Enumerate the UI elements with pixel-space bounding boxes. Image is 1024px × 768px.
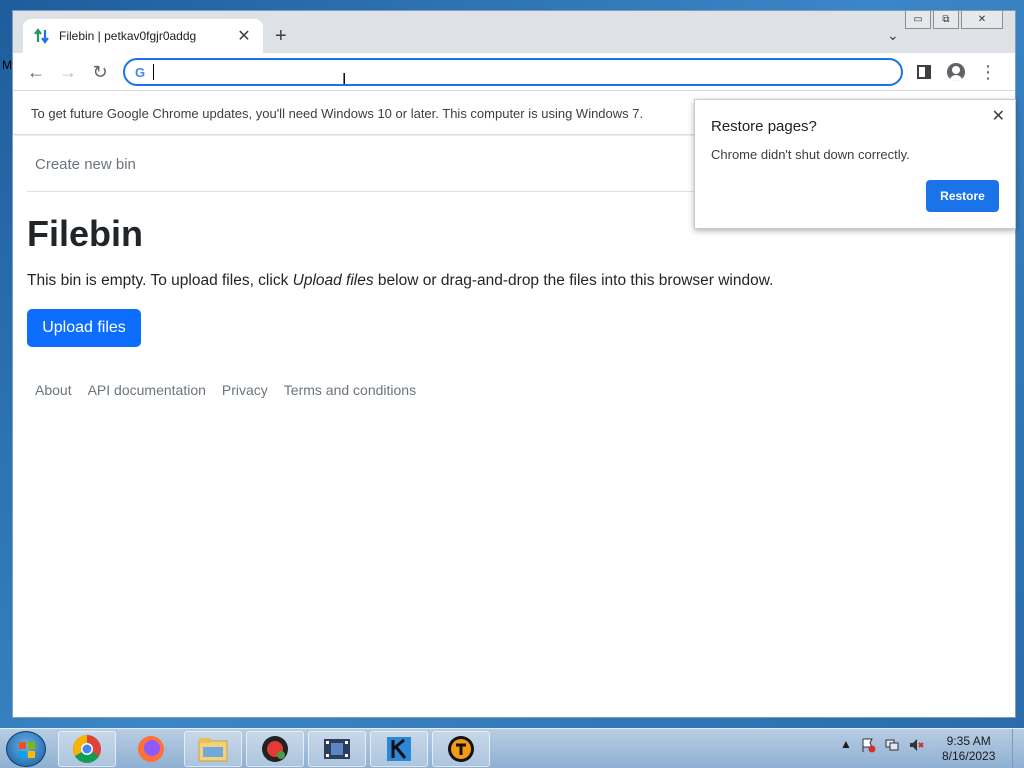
taskbar-typora[interactable] bbox=[432, 731, 490, 767]
taskbar-chrome[interactable] bbox=[58, 731, 116, 767]
browser-tab[interactable]: Filebin | petkav0fgjr0addg ✕ bbox=[23, 19, 263, 53]
clock[interactable]: 9:35 AM 8/16/2023 bbox=[942, 734, 995, 764]
page-title: Filebin bbox=[27, 213, 143, 254]
tray-expand-icon[interactable]: ▲ bbox=[840, 737, 852, 753]
create-new-bin-link[interactable]: Create new bin bbox=[35, 156, 136, 173]
lead-text-before: This bin is empty. To upload files, clic… bbox=[27, 272, 293, 289]
network-icon[interactable] bbox=[884, 737, 900, 753]
maximize-button[interactable]: ⧉ bbox=[933, 11, 959, 29]
typora-icon bbox=[448, 736, 474, 762]
taskbar-video-editor[interactable] bbox=[308, 731, 366, 767]
action-center-flag-icon[interactable] bbox=[860, 737, 876, 753]
forward-icon[interactable]: → bbox=[57, 61, 79, 83]
lead-text-emphasis: Upload files bbox=[292, 272, 374, 289]
tab-search-icon[interactable]: ⌄ bbox=[887, 27, 899, 44]
footer-link-about[interactable]: About bbox=[35, 382, 72, 398]
side-panel-icon[interactable] bbox=[913, 61, 935, 83]
popup-close-icon[interactable]: ✕ bbox=[992, 106, 1005, 126]
browser-window: Filebin | petkav0fgjr0addg ✕ + ⌄ ▭ ⧉ ✕ ←… bbox=[12, 10, 1016, 718]
desktop-edge-glyph: M bbox=[2, 58, 12, 72]
browser-toolbar: ← → ↻ G ⋮ bbox=[13, 53, 1015, 91]
start-button[interactable] bbox=[6, 731, 46, 767]
firefox-icon bbox=[138, 736, 164, 762]
taskbar-firefox[interactable] bbox=[122, 731, 180, 767]
system-tray: ▲ bbox=[840, 737, 924, 753]
taskbar-file-explorer[interactable] bbox=[184, 731, 242, 767]
restore-button[interactable]: Restore bbox=[926, 180, 999, 212]
footer-link-privacy[interactable]: Privacy bbox=[222, 382, 268, 398]
address-input[interactable] bbox=[154, 64, 855, 80]
lead-text-after: below or drag-and-drop the files into th… bbox=[373, 272, 774, 289]
window-controls: ▭ ⧉ ✕ bbox=[905, 11, 1003, 29]
popup-title: Restore pages? bbox=[711, 118, 817, 135]
filebin-favicon-icon bbox=[33, 27, 51, 45]
profile-avatar-icon[interactable] bbox=[945, 61, 967, 83]
chrome-menu-icon[interactable]: ⋮ bbox=[977, 61, 999, 83]
taskbar-screen-recorder[interactable] bbox=[246, 731, 304, 767]
new-tab-button[interactable]: + bbox=[275, 25, 287, 48]
window-close-button[interactable]: ✕ bbox=[961, 11, 1003, 29]
clock-time: 9:35 AM bbox=[946, 734, 991, 748]
popup-message: Chrome didn't shut down correctly. bbox=[711, 147, 910, 162]
footer-links: About API documentation Privacy Terms an… bbox=[35, 382, 416, 398]
screen-recorder-icon bbox=[262, 736, 288, 762]
clock-date: 8/16/2023 bbox=[942, 749, 996, 763]
infobar-text: To get future Google Chrome updates, you… bbox=[31, 106, 644, 121]
taskbar: ▲ 9:35 AM 8/16/2023 bbox=[0, 728, 1024, 768]
video-editor-icon bbox=[324, 739, 350, 759]
tab-title: Filebin | petkav0fgjr0addg bbox=[59, 29, 197, 43]
upload-files-button[interactable]: Upload files bbox=[27, 309, 141, 347]
tab-close-icon[interactable]: ✕ bbox=[235, 26, 253, 46]
empty-bin-message: This bin is empty. To upload files, clic… bbox=[27, 272, 773, 290]
chrome-icon bbox=[73, 735, 101, 763]
reload-icon[interactable]: ↻ bbox=[89, 61, 111, 83]
file-explorer-icon bbox=[198, 738, 228, 762]
taskbar-kdenlive[interactable] bbox=[370, 731, 428, 767]
footer-link-terms[interactable]: Terms and conditions bbox=[284, 382, 416, 398]
minimize-button[interactable]: ▭ bbox=[905, 11, 931, 29]
kdenlive-icon bbox=[387, 737, 411, 761]
restore-pages-popup: Restore pages? Chrome didn't shut down c… bbox=[694, 99, 1016, 229]
google-icon: G bbox=[135, 64, 146, 80]
address-bar[interactable]: G bbox=[123, 58, 903, 86]
footer-link-api-documentation[interactable]: API documentation bbox=[88, 382, 206, 398]
show-desktop-button[interactable] bbox=[1012, 729, 1024, 768]
volume-muted-icon[interactable] bbox=[908, 737, 924, 753]
text-cursor-icon: I bbox=[342, 71, 347, 88]
windows-logo-icon bbox=[19, 742, 35, 758]
back-icon[interactable]: ← bbox=[25, 61, 47, 83]
title-bar: Filebin | petkav0fgjr0addg ✕ + ⌄ ▭ ⧉ ✕ bbox=[13, 11, 1015, 53]
